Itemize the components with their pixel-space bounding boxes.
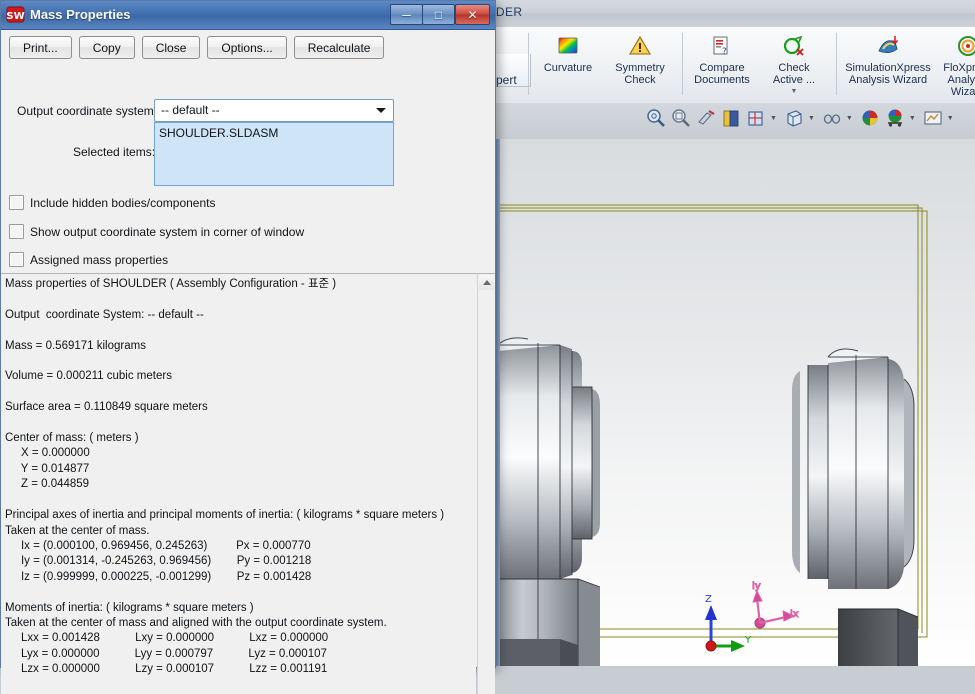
inertia-axis-x-label: lx <box>790 609 799 620</box>
minimize-icon: ─ <box>402 7 411 22</box>
hide-show-items-icon[interactable] <box>783 107 805 129</box>
solidworks-logo-icon: SW <box>6 5 25 24</box>
output-coordinate-system-label: Output coordinate system: <box>17 104 158 118</box>
selected-item-entry[interactable]: SHOULDER.SLDASM <box>155 123 393 140</box>
symmetry-check-icon <box>627 33 653 59</box>
chevron-down-icon[interactable]: ▼ <box>808 115 815 122</box>
checkbox-box[interactable] <box>9 252 24 267</box>
scroll-up-button[interactable] <box>479 275 494 290</box>
show-output-coordinate-system-checkbox[interactable]: Show output coordinate system in corner … <box>9 224 304 239</box>
chevron-down-icon <box>376 108 386 113</box>
view-settings-icon[interactable] <box>884 107 906 129</box>
chevron-down-icon[interactable]: ▼ <box>791 88 798 95</box>
ribbon-item-label: Symmetry Check <box>615 62 665 86</box>
dialog-title: Mass Properties <box>30 7 131 22</box>
minimize-button[interactable]: ─ <box>390 4 423 25</box>
print-button[interactable]: Print... <box>9 36 72 59</box>
checkbox-label: Show output coordinate system in corner … <box>30 224 305 239</box>
section-view-icon[interactable] <box>695 107 717 129</box>
ribbon-item-label: Curvature <box>543 62 593 74</box>
ribbon-item-label: FloXpress Analysis Wizard <box>943 62 975 98</box>
ribbon-divider <box>528 33 529 95</box>
origin-y-label: Y <box>744 635 752 646</box>
ribbon-item-floxpress[interactable]: FloXpress Analysis Wizard <box>936 27 975 98</box>
zoom-to-fit-icon[interactable] <box>645 107 667 129</box>
dialog-button-row: Print... Copy Close Options... Recalcula… <box>9 36 385 59</box>
view-orientation-icon[interactable] <box>720 107 742 129</box>
selected-items-field[interactable]: SHOULDER.SLDASM <box>154 122 394 186</box>
checkbox-box[interactable] <box>9 195 24 210</box>
ribbon-item-symmetry-check[interactable]: Symmetry Check <box>604 27 676 86</box>
results-scrollbar[interactable] <box>477 274 495 694</box>
recalculate-button[interactable]: Recalculate <box>293 36 385 59</box>
apply-scene-icon[interactable] <box>859 107 881 129</box>
dialog-body: Print... Copy Close Options... Recalcula… <box>1 30 495 694</box>
compare-documents-icon: ? <box>709 33 735 59</box>
chevron-down-icon[interactable]: ▼ <box>770 115 777 122</box>
checkbox-box[interactable] <box>9 224 24 239</box>
edit-appearance-icon[interactable] <box>821 107 843 129</box>
ribbon-divider <box>682 33 683 95</box>
chevron-down-icon[interactable]: ▼ <box>947 115 954 122</box>
copy-button[interactable]: Copy <box>78 36 135 59</box>
selected-items-label: Selected items: <box>73 145 156 159</box>
ribbon-item-curvature[interactable]: Curvature <box>532 27 604 74</box>
rear-panel <box>498 639 578 666</box>
curvature-icon <box>555 33 581 59</box>
svg-text:?: ? <box>722 47 727 57</box>
assigned-mass-properties-checkbox[interactable]: Assigned mass properties <box>9 252 168 267</box>
inertia-axes-marker: ly lx <box>752 581 799 629</box>
origin-z-label: Z <box>705 594 712 605</box>
mass-properties-dialog: SW Mass Properties ─ □ ✕ Print... Copy C… <box>0 0 496 694</box>
mass-properties-results-text: Mass properties of SHOULDER ( Assembly C… <box>5 278 445 694</box>
inertia-axis-y-label: ly <box>752 581 761 592</box>
svg-text:SW: SW <box>6 11 24 22</box>
maximize-icon: □ <box>434 7 443 22</box>
view-toolbar-icon-group: ▼ ▼ ▼ ▼ ▼ <box>645 107 957 129</box>
display-style-icon[interactable] <box>745 107 767 129</box>
output-coordinate-system-select[interactable]: -- default -- <box>154 99 394 122</box>
chevron-down-icon[interactable]: ▼ <box>909 115 916 122</box>
options-button[interactable]: Options... <box>207 36 287 59</box>
chevron-down-icon[interactable]: ▼ <box>846 115 853 122</box>
ribbon-group-analysis: Curvature Symmetry Check <box>532 27 676 103</box>
dialog-title-bar[interactable]: SW Mass Properties ─ □ ✕ <box>1 1 495 30</box>
ribbon-item-label: Compare Documents <box>694 62 750 86</box>
ribbon-group-xpress: SimulationXpress Analysis Wizard FloXpre… <box>840 27 975 103</box>
ribbon-group-compare: ? Compare Documents Check Active ... ▼ <box>686 27 830 103</box>
zoom-to-area-icon[interactable] <box>670 107 692 129</box>
simulationxpress-icon <box>875 33 901 59</box>
check-active-icon <box>781 33 807 59</box>
right-hub-group <box>792 348 919 666</box>
floxpress-icon <box>955 33 975 59</box>
viewport-layout-icon[interactable] <box>922 107 944 129</box>
checkbox-label: Include hidden bodies/components <box>30 195 216 210</box>
ribbon-item-check-active[interactable]: Check Active ... ▼ <box>758 27 830 95</box>
ribbon-divider <box>836 33 837 95</box>
ribbon-item-simulationxpress[interactable]: SimulationXpress Analysis Wizard <box>840 27 936 86</box>
mass-properties-results-panel[interactable]: Mass properties of SHOULDER ( Assembly C… <box>1 274 476 694</box>
close-button[interactable]: Close <box>141 36 201 59</box>
ribbon-item-compare-documents[interactable]: ? Compare Documents <box>686 27 758 86</box>
left-hub-group <box>497 337 601 666</box>
origin-triad: Z Y <box>705 594 752 652</box>
ribbon-tab-geometry-analysis[interactable]: pert <box>496 73 517 87</box>
close-window-button[interactable]: ✕ <box>455 4 490 25</box>
include-hidden-bodies-checkbox[interactable]: Include hidden bodies/components <box>9 195 215 210</box>
ribbon-item-label: Check Active ... <box>772 62 816 86</box>
checkbox-label: Assigned mass properties <box>30 252 169 267</box>
chevron-up-icon <box>482 280 491 285</box>
close-icon: ✕ <box>467 7 478 22</box>
ribbon-item-label: SimulationXpress Analysis Wizard <box>845 62 931 86</box>
maximize-button[interactable]: □ <box>422 4 455 25</box>
output-coordinate-system-value: -- default -- <box>161 103 220 117</box>
